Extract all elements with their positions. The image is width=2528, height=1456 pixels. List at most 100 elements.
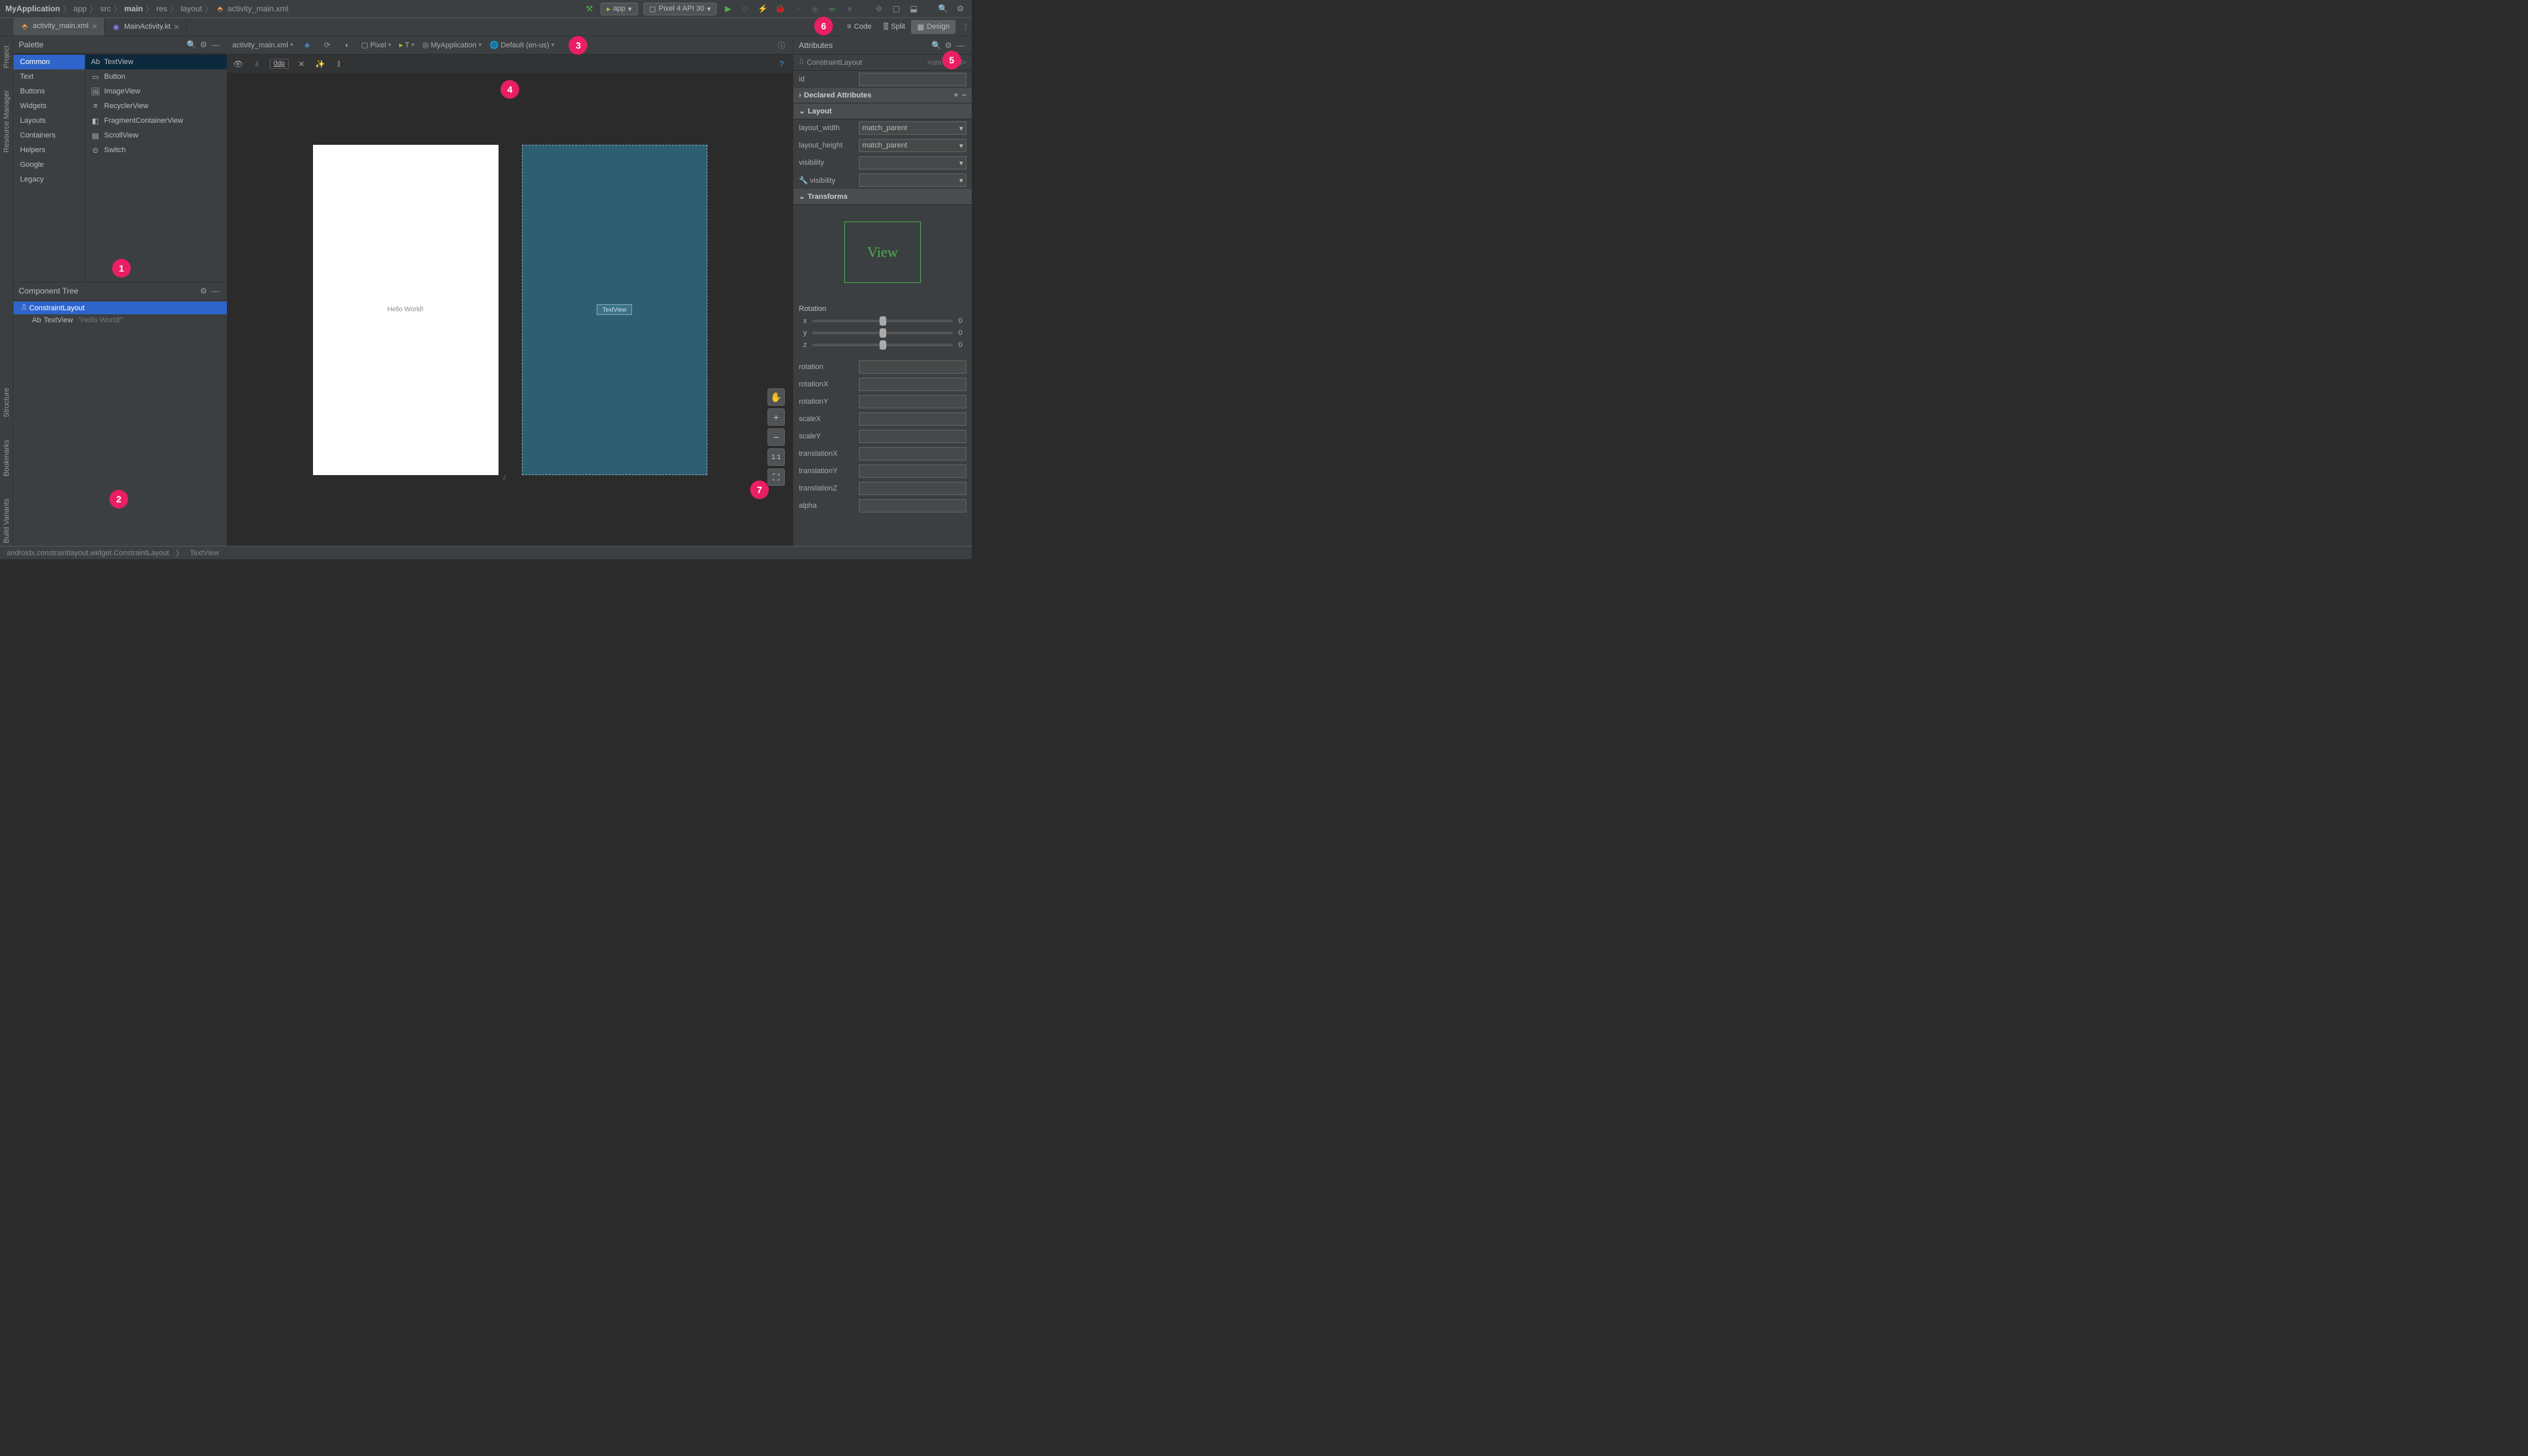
minimize-icon[interactable]: —	[210, 39, 222, 51]
close-icon[interactable]: ×	[174, 21, 179, 32]
palette-item-switch[interactable]: ⊙Switch	[85, 143, 227, 157]
attr-translationy-input[interactable]	[859, 464, 966, 478]
attr-layout-height-select[interactable]: match_parent▾	[859, 139, 966, 152]
breadcrumb-layout[interactable]: layout	[181, 4, 202, 13]
slider-thumb[interactable]	[880, 316, 886, 326]
rotation-x-slider[interactable]: x 0	[799, 317, 966, 325]
view-mode-design[interactable]: ▦Design	[911, 20, 956, 34]
palette-cat-text[interactable]: Text	[13, 69, 85, 84]
attr-translationx-input[interactable]	[859, 447, 966, 460]
magnet-icon[interactable]: ⫰	[251, 58, 263, 70]
tab-activity-main[interactable]: ⬘ activity_main.xml ×	[13, 18, 105, 35]
attr-rotation-input[interactable]	[859, 360, 966, 374]
run-button[interactable]: ▶	[722, 3, 734, 15]
gutter-bookmarks[interactable]: Bookmarks	[3, 437, 11, 479]
zoom-in-button[interactable]: +	[767, 408, 785, 426]
minimize-icon[interactable]: —	[210, 285, 222, 297]
avd-icon[interactable]: ▢	[890, 3, 902, 15]
close-icon[interactable]: ×	[92, 21, 97, 31]
sync-icon[interactable]: ⟐	[873, 3, 885, 15]
status-path[interactable]: androidx.constraintlayout.widget.Constra…	[7, 549, 169, 557]
run-config-app[interactable]: ▸ app ▾	[601, 3, 637, 15]
toolbar-app[interactable]: ◎MyApplication▾	[422, 41, 482, 49]
section-transforms[interactable]: ⌄ Transforms	[794, 189, 972, 205]
pan-button[interactable]: ✋	[767, 388, 785, 406]
night-mode-icon[interactable]: ◐	[341, 39, 353, 51]
transform-view-widget[interactable]: View	[844, 222, 921, 283]
breadcrumb-file[interactable]: activity_main.xml	[228, 4, 288, 13]
breadcrumb-project[interactable]: MyApplication	[5, 4, 60, 13]
attr-rotationx-input[interactable]	[859, 378, 966, 391]
section-layout[interactable]: ⌄ Layout	[794, 103, 972, 119]
toolbar-locale[interactable]: 🌐Default (en-us)▾	[489, 41, 554, 49]
orientation-icon[interactable]: ⟳	[321, 39, 333, 51]
palette-item-imageview[interactable]: 🖼ImageView	[85, 84, 227, 99]
attr-scaley-input[interactable]	[859, 430, 966, 443]
attr-alpha-input[interactable]	[859, 499, 966, 512]
tree-constraint-layout[interactable]: ⎍ ConstraintLayout	[13, 302, 227, 314]
hammer-icon[interactable]: ⚒	[583, 3, 595, 15]
stop-button[interactable]: ■	[844, 3, 856, 15]
infer-constraints-icon[interactable]: ✨	[314, 58, 326, 70]
warnings-icon[interactable]: ⓘ	[775, 39, 787, 51]
toolbar-api[interactable]: ▸T▾	[399, 41, 414, 49]
attach-debugger-icon[interactable]: ⫘	[826, 3, 838, 15]
palette-cat-widgets[interactable]: Widgets	[13, 99, 85, 113]
settings-icon[interactable]: ⚙	[954, 3, 966, 15]
sdk-icon[interactable]: ⬓	[908, 3, 920, 15]
attr-translationz-input[interactable]	[859, 482, 966, 495]
profiler-icon[interactable]: ◔	[792, 3, 804, 15]
view-mode-split[interactable]: ⫿⫿Split	[878, 20, 911, 34]
tree-textview[interactable]: Ab TextView "Hello World!"	[13, 314, 227, 326]
gutter-resource-manager[interactable]: Resource Manager	[3, 87, 11, 155]
gutter-structure[interactable]: Structure	[3, 385, 11, 420]
palette-item-textview[interactable]: AbTextView	[85, 55, 227, 69]
palette-item-scrollview[interactable]: ▤ScrollView	[85, 128, 227, 143]
section-declared-attributes[interactable]: › Declared Attributes +−	[794, 88, 972, 103]
remove-icon[interactable]: −	[962, 91, 966, 99]
eye-icon[interactable]: 👁	[232, 58, 244, 70]
breadcrumb-main[interactable]: main	[124, 4, 143, 13]
palette-item-button[interactable]: ▭Button	[85, 69, 227, 84]
clear-constraints-icon[interactable]: ✕	[296, 58, 308, 70]
slider-track[interactable]	[812, 344, 953, 346]
zoom-out-button[interactable]: −	[767, 428, 785, 446]
rotation-y-slider[interactable]: y 0	[799, 329, 966, 337]
help-icon[interactable]: ?	[775, 58, 787, 70]
slider-thumb[interactable]	[880, 340, 886, 350]
palette-cat-common[interactable]: Common	[13, 55, 85, 69]
palette-cat-buttons[interactable]: Buttons	[13, 84, 85, 99]
palette-item-recyclerview[interactable]: ≡RecyclerView	[85, 99, 227, 113]
blueprint-textview[interactable]: TextView	[597, 304, 633, 315]
slider-track[interactable]	[812, 332, 953, 334]
add-icon[interactable]: +	[954, 91, 958, 99]
attr-id-input[interactable]	[859, 73, 966, 86]
attr-scalex-input[interactable]	[859, 412, 966, 426]
palette-cat-containers[interactable]: Containers	[13, 128, 85, 143]
device-selector[interactable]: ▢ Pixel 4 API 30 ▾	[643, 3, 717, 15]
breadcrumb-src[interactable]: src	[100, 4, 111, 13]
attr-tools-visibility-select[interactable]: ▾	[859, 173, 966, 187]
attr-rotationy-input[interactable]	[859, 395, 966, 408]
status-item[interactable]: TextView	[190, 549, 219, 557]
palette-cat-helpers[interactable]: Helpers	[13, 143, 85, 157]
more-icon[interactable]: ⋮	[960, 21, 972, 33]
search-icon[interactable]: 🔍	[937, 3, 949, 15]
gear-icon[interactable]: ⚙	[198, 285, 210, 297]
resize-handle[interactable]: ⫽	[503, 474, 507, 483]
rotation-z-slider[interactable]: z 0	[799, 341, 966, 349]
minimize-icon[interactable]: —	[954, 39, 966, 51]
gutter-build-variants[interactable]: Build Variants	[3, 496, 11, 546]
zoom-reset-button[interactable]: 1:1	[767, 448, 785, 466]
toolbar-device[interactable]: ▢Pixel▾	[361, 41, 391, 49]
gear-icon[interactable]: ⚙	[942, 39, 954, 51]
attr-layout-width-select[interactable]: match_parent▾	[859, 121, 966, 135]
search-icon[interactable]: 🔍	[930, 39, 942, 51]
apply-code-icon[interactable]: ⚡	[757, 3, 769, 15]
guidelines-icon[interactable]: ⫾	[333, 58, 345, 70]
view-mode-code[interactable]: ≡Code	[841, 20, 878, 33]
debug-icon[interactable]: 🐞	[774, 3, 786, 15]
coverage-icon[interactable]: ◉	[809, 3, 821, 15]
device-preview[interactable]: Hello World! ⫽	[313, 145, 499, 475]
breadcrumb-app[interactable]: app	[73, 4, 87, 13]
